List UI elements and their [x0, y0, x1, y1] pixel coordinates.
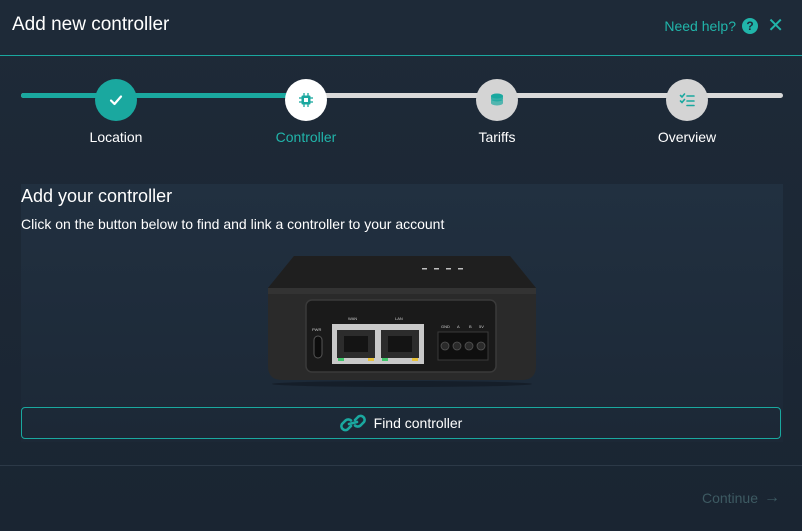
- chip-icon: [299, 93, 313, 107]
- add-controller-dialog: Add new controller Need help? ? ✕ Locati…: [0, 0, 802, 530]
- content-title: Add your controller: [21, 186, 173, 206]
- continue-label: Continue: [701, 490, 758, 506]
- step-label-tariffs: Tariffs: [478, 129, 516, 145]
- port-label-wan: WAN: [348, 316, 357, 321]
- step-circle-location: [95, 79, 137, 121]
- find-controller-button[interactable]: Find controller: [21, 407, 781, 439]
- step-circle-tariffs: [476, 79, 518, 121]
- step-label-overview: Overview: [657, 129, 717, 145]
- dialog-title: Add new controller: [12, 14, 170, 35]
- step-overview[interactable]: Overview: [617, 79, 757, 145]
- port-label-gnd: GND: [441, 324, 450, 329]
- content-panel: Add your controller Click on the button …: [21, 184, 783, 442]
- port-label-pwr: PWR: [312, 327, 321, 332]
- link-icon: [339, 414, 366, 432]
- step-location[interactable]: Location: [46, 79, 186, 145]
- close-icon[interactable]: ✕: [767, 15, 784, 37]
- port-label-b: B: [469, 324, 472, 329]
- coins-icon: [491, 93, 503, 106]
- need-help-label: Need help?: [664, 18, 736, 34]
- step-label-location: Location: [89, 129, 143, 145]
- arrow-right-icon: →: [764, 489, 780, 506]
- port-label-5v: 5V: [479, 324, 484, 329]
- step-label-controller: Controller: [275, 129, 337, 145]
- port-label-a: A: [457, 324, 460, 329]
- checklist-icon: [679, 93, 695, 107]
- step-circle-overview: [666, 79, 708, 121]
- dialog-footer: Continue →: [0, 465, 802, 531]
- question-icon: ?: [742, 18, 758, 34]
- find-controller-label: Find controller: [373, 415, 463, 431]
- content-description: Click on the button below to find and li…: [21, 216, 445, 232]
- step-circle-controller: [285, 79, 327, 121]
- step-tariffs[interactable]: Tariffs: [427, 79, 567, 145]
- dialog-header: Add new controller Need help? ? ✕: [0, 0, 802, 56]
- need-help-link[interactable]: Need help? ?: [664, 18, 758, 34]
- check-icon: [109, 95, 123, 106]
- port-label-lan: LAN: [395, 316, 403, 321]
- controller-device-image: PWR WAN LAN GND A B 5V: [268, 256, 536, 387]
- step-controller[interactable]: Controller: [236, 79, 376, 145]
- continue-button[interactable]: Continue →: [702, 489, 780, 507]
